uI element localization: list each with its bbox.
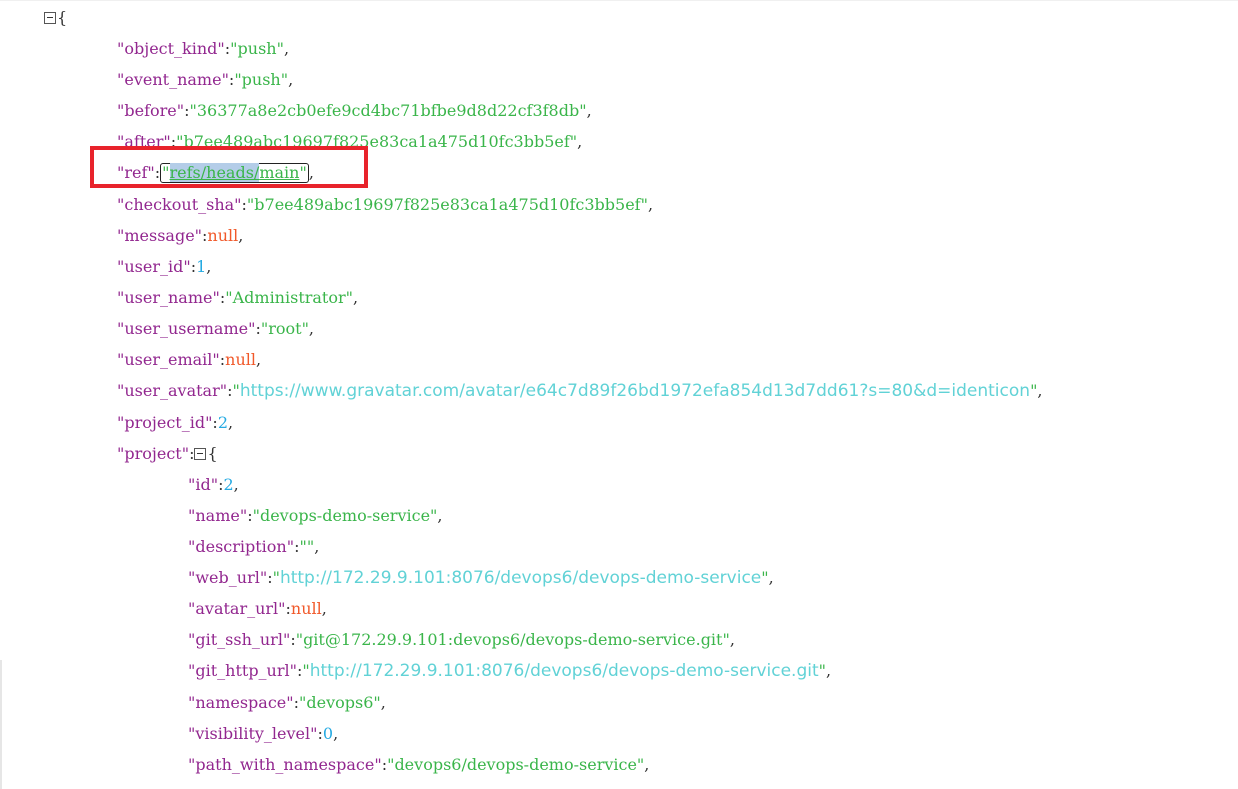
json-root-line: { — [44, 6, 67, 30]
minus-square-icon[interactable] — [44, 12, 56, 24]
json-line-user-username: "user_username":"root", — [117, 319, 315, 338]
root-open-brace: { — [57, 8, 68, 27]
json-value: "Administrator" — [225, 288, 353, 307]
json-key: "project" — [117, 444, 190, 463]
json-key: "event_name" — [117, 70, 229, 89]
json-value: "b7ee489abc19697f825e83ca1a475d10fc3bb5e… — [176, 132, 578, 151]
json-line-project-avatar-url: "avatar_url":null, — [188, 599, 327, 618]
json-line-project: "project":{ — [117, 444, 218, 463]
json-value: "devops6/devops-demo-service" — [387, 755, 645, 774]
git-http-url-link[interactable]: http://172.29.9.101:8076/devops6/devops-… — [310, 661, 819, 681]
json-key: "git_ssh_url" — [188, 630, 291, 649]
json-line-ref: "ref": "refs/heads/main", — [117, 163, 314, 183]
json-line-checkout-sha: "checkout_sha":"b7ee489abc19697f825e83ca… — [117, 195, 654, 214]
json-key: "path_with_namespace" — [188, 755, 382, 774]
json-line-user-avatar: "user_avatar":"https://www.gravatar.com/… — [117, 381, 1043, 401]
json-line-object-kind: "object_kind":"push", — [117, 39, 290, 58]
json-viewer: { "object_kind":"push", "event_name":"pu… — [0, 0, 1238, 789]
json-key: "before" — [117, 101, 185, 120]
json-key: "checkout_sha" — [117, 195, 242, 214]
json-line-user-id: "user_id":1, — [117, 257, 212, 276]
json-line-before: "before":"36377a8e2cb0efe9cd4bc71bfbe9d8… — [117, 101, 592, 120]
json-value: "push" — [234, 70, 289, 89]
json-key: "user_name" — [117, 288, 220, 307]
json-value: "root" — [260, 319, 309, 338]
json-key: "name" — [188, 506, 248, 525]
json-key: "git_http_url" — [188, 661, 297, 680]
json-value: 2 — [217, 413, 228, 432]
json-line-project-namespace: "namespace":"devops6", — [188, 693, 386, 712]
json-value: "" — [299, 537, 315, 556]
json-value: "devops6" — [299, 693, 381, 712]
json-line-project-git-ssh-url: "git_ssh_url":"git@172.29.9.101:devops6/… — [188, 630, 735, 649]
json-line-project-id-field: "id":2, — [188, 475, 239, 494]
json-key: "object_kind" — [117, 39, 225, 58]
json-key: "description" — [188, 537, 295, 556]
json-value: "b7ee489abc19697f825e83ca1a475d10fc3bb5e… — [246, 195, 648, 214]
json-value: null — [290, 599, 322, 618]
json-key: "avatar_url" — [188, 599, 286, 618]
json-value: "git@172.29.9.101:devops6/devops-demo-se… — [295, 630, 730, 649]
json-line-event-name: "event_name":"push", — [117, 70, 294, 89]
json-line-user-name: "user_name":"Administrator", — [117, 288, 359, 307]
json-key: "visibility_level" — [188, 724, 318, 743]
ref-value-selected[interactable]: "refs/heads/main" — [160, 163, 309, 183]
json-line-user-email: "user_email":null, — [117, 350, 262, 369]
json-line-project-visibility-level: "visibility_level":0, — [188, 724, 339, 743]
json-value: 2 — [223, 475, 234, 494]
json-value: "36377a8e2cb0efe9cd4bc71bfbe9d8d22cf3f8d… — [189, 101, 587, 120]
json-value: 0 — [322, 724, 334, 743]
json-key: "id" — [188, 475, 219, 494]
json-key: "user_avatar" — [117, 381, 228, 400]
json-key: "user_id" — [117, 257, 191, 276]
json-key: "web_url" — [188, 568, 268, 587]
user-avatar-link[interactable]: https://www.gravatar.com/avatar/e64c7d89… — [240, 381, 1030, 401]
json-line-project-name: "name":"devops-demo-service", — [188, 506, 443, 525]
json-key: "namespace" — [188, 693, 294, 712]
json-line-after: "after":"b7ee489abc19697f825e83ca1a475d1… — [117, 132, 583, 151]
json-line-project-git-http-url: "git_http_url":"http://172.29.9.101:8076… — [188, 661, 832, 681]
json-line-project-path-with-namespace: "path_with_namespace":"devops6/devops-de… — [188, 755, 650, 774]
json-line-project-description: "description":"", — [188, 537, 320, 556]
json-value: null — [225, 350, 256, 369]
json-key: "after" — [117, 132, 171, 151]
json-value: null — [207, 226, 239, 245]
json-line-project-web-url: "web_url":"http://172.29.9.101:8076/devo… — [188, 568, 774, 588]
project-open-brace: { — [207, 444, 218, 463]
minus-square-icon[interactable] — [194, 448, 207, 460]
json-value: "devops-demo-service" — [252, 506, 438, 525]
json-key: "message" — [117, 226, 203, 245]
json-value: 1 — [196, 257, 207, 276]
web-url-link[interactable]: http://172.29.9.101:8076/devops6/devops-… — [280, 568, 761, 588]
json-line-project-id: "project_id":2, — [117, 413, 234, 432]
json-value: "push" — [230, 39, 284, 58]
json-key: "project_id" — [117, 413, 213, 432]
json-key: "user_email" — [117, 350, 220, 369]
json-key: "user_username" — [117, 319, 256, 338]
json-key: "ref" — [117, 163, 155, 182]
json-line-message: "message":null, — [117, 226, 244, 245]
